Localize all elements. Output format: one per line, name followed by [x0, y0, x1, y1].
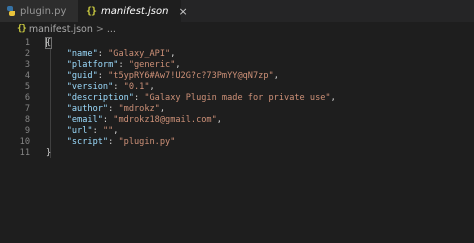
json-file-icon: {}: [86, 5, 97, 17]
code-line: "platform": "generic",: [46, 60, 181, 71]
line-number: 9: [24, 126, 30, 136]
tab-label: plugin.py: [20, 5, 67, 17]
json-value: "mdrokz18@gmail.com": [113, 115, 217, 125]
json-value: "": [102, 126, 114, 136]
line-number: 5: [24, 82, 30, 92]
tab-manifest-json[interactable]: {} manifest.json ×: [78, 0, 188, 22]
json-key: "platform": [66, 60, 119, 70]
json-file-icon: {}: [17, 24, 27, 34]
line-number: 1: [24, 38, 30, 48]
json-value: "Galaxy Plugin made for private use": [144, 93, 331, 103]
breadcrumb: {} manifest.json > ...: [0, 22, 474, 36]
code-editor[interactable]: { "name": "Galaxy_API", "platform": "gen…: [44, 36, 474, 243]
json-comma: ,: [113, 126, 119, 136]
json-value: "Galaxy_API": [108, 49, 171, 59]
close-brace: }: [46, 148, 52, 158]
json-colon: :: [118, 60, 129, 70]
code-line: }: [46, 148, 51, 159]
tab-label: manifest.json: [101, 5, 169, 17]
json-comma: ,: [149, 82, 155, 92]
breadcrumb-file[interactable]: manifest.json: [29, 24, 93, 35]
line-number: 8: [24, 115, 30, 125]
json-colon: :: [97, 49, 109, 59]
json-key: "script": [66, 137, 109, 147]
json-comma: ,: [175, 60, 181, 70]
close-icon[interactable]: ×: [178, 5, 187, 18]
json-value: "mdrokz": [118, 104, 160, 114]
json-colon: :: [133, 93, 145, 103]
json-value: "0.1": [123, 82, 150, 92]
json-key: "url": [66, 126, 93, 136]
line-number: 10: [19, 137, 30, 147]
line-number: 3: [24, 60, 30, 70]
python-file-icon: [6, 6, 16, 16]
json-key: "version": [66, 82, 114, 92]
json-colon: :: [92, 126, 103, 136]
tab-plugin-py[interactable]: plugin.py: [0, 0, 78, 22]
open-brace: {: [44, 37, 53, 49]
json-comma: ,: [159, 104, 166, 114]
json-colon: :: [113, 82, 124, 92]
tab-bar: plugin.py {} manifest.json ×: [0, 0, 474, 22]
breadcrumb-more[interactable]: ...: [107, 24, 116, 35]
json-key: "guid": [66, 71, 98, 81]
code-line: "email": "mdrokz18@gmail.com",: [46, 115, 222, 126]
json-colon: :: [108, 137, 119, 147]
json-value: "plugin.py": [118, 137, 176, 147]
line-number: 6: [24, 93, 30, 103]
code-line: {: [44, 37, 53, 49]
json-colon: :: [97, 71, 109, 81]
code-line: "author": "mdrokz",: [46, 104, 165, 115]
json-key: "description": [66, 93, 134, 103]
json-colon: :: [102, 115, 114, 125]
code-line: "url": "",: [46, 126, 119, 137]
json-comma: ,: [273, 71, 279, 81]
json-comma: ,: [330, 93, 336, 103]
json-value: "t5ypRY6#Aw7!U2G?c?73PmYY@qN7zp": [108, 71, 274, 81]
code-line: "script": "plugin.py": [46, 137, 176, 148]
json-comma: ,: [170, 49, 176, 59]
json-key: "name": [66, 49, 98, 59]
line-number: 7: [24, 104, 30, 114]
code-line: "guid": "t5ypRY6#Aw7!U2G?c?73PmYY@qN7zp"…: [46, 71, 279, 82]
chevron-right-icon: >: [95, 23, 104, 35]
line-number: 4: [24, 71, 30, 81]
json-comma: ,: [216, 115, 222, 125]
code-line: "name": "Galaxy_API",: [46, 49, 176, 60]
json-key: "email": [66, 115, 103, 125]
code-line: "version": "0.1",: [46, 82, 155, 93]
line-number-gutter: 1 2 3 4 5 6 7 8 9 10 11: [0, 36, 34, 243]
code-line: "description": "Galaxy Plugin made for p…: [46, 93, 336, 104]
json-key: "author": [66, 104, 109, 114]
line-number: 2: [24, 49, 30, 59]
json-value: "generic": [128, 60, 176, 70]
editor-window: plugin.py {} manifest.json × {} manifest…: [0, 0, 474, 243]
line-number: 11: [19, 148, 30, 158]
json-colon: :: [108, 104, 119, 114]
